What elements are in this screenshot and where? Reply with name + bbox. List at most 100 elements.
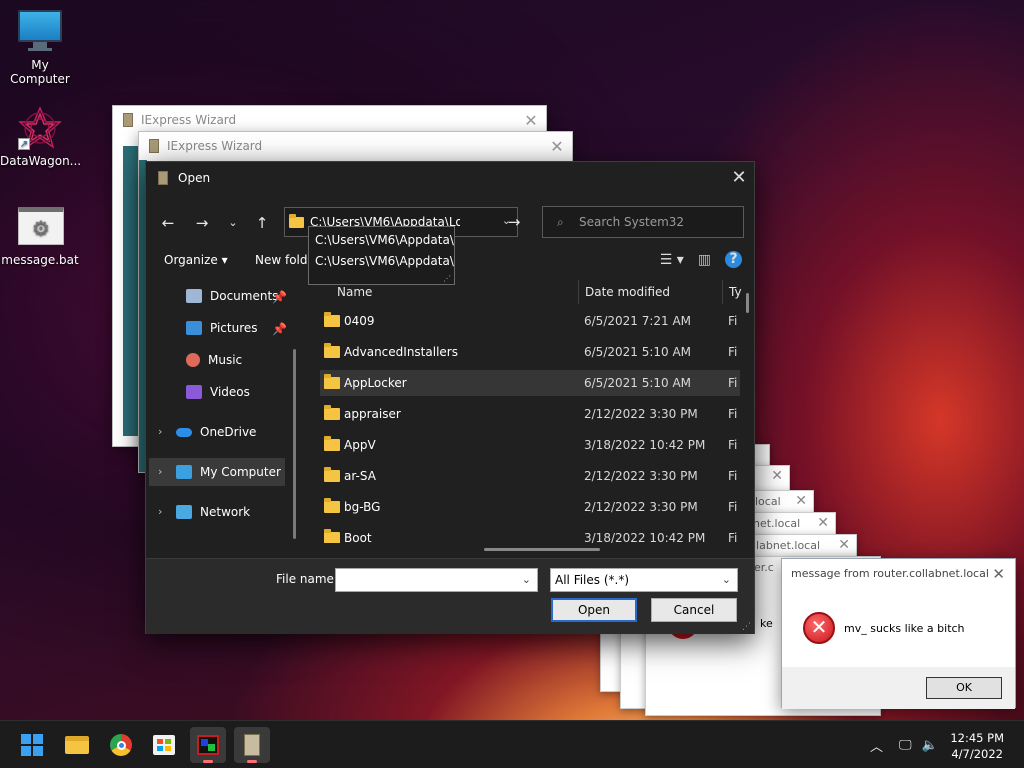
folder-icon — [289, 213, 304, 228]
folder-icon — [324, 405, 340, 420]
sidebar-scrollbar[interactable] — [293, 349, 296, 539]
desktop-icon-label: My Computer — [10, 58, 70, 86]
search-input[interactable] — [579, 215, 739, 229]
desktop-icon-message-bat[interactable]: ⚙ message.bat — [0, 207, 80, 267]
ok-button[interactable]: OK — [926, 677, 1002, 699]
navigation-pane: Documents 📌 Pictures 📌 Music Videos › On… — [146, 282, 298, 557]
dialog-titlebar[interactable]: Open ✕ — [146, 162, 754, 193]
resize-grip-icon[interactable]: ⋰ — [742, 622, 751, 632]
chevron-down-icon[interactable]: ⌄ — [522, 573, 531, 586]
file-list-horizontal-scrollbar[interactable] — [484, 548, 600, 551]
recent-chevron-icon[interactable]: ⌄ — [221, 211, 245, 235]
close-icon[interactable]: ✕ — [771, 468, 783, 484]
close-icon[interactable]: ✕ — [838, 537, 850, 553]
folder-icon — [324, 529, 340, 543]
file-row[interactable]: appraiser 2/12/2022 3:30 PM Fi — [320, 401, 740, 427]
desktop-icon-datawagon[interactable]: ↗ DataWagon... — [0, 106, 82, 168]
chevron-up-icon[interactable]: ︿ — [870, 736, 883, 755]
datawagon-icon: ↗ — [18, 106, 62, 150]
network-icon[interactable]: 🖵 — [899, 738, 912, 753]
iexpress-icon — [149, 139, 159, 153]
cancel-button[interactable]: Cancel — [651, 598, 737, 622]
close-icon[interactable]: ✕ — [817, 515, 829, 531]
organize-button[interactable]: Organize ▾ — [164, 253, 228, 267]
back-arrow-icon[interactable]: ← — [156, 211, 180, 235]
shortcut-arrow-icon: ↗ — [18, 138, 30, 150]
volume-icon[interactable]: 🔈 — [922, 738, 938, 753]
up-arrow-icon[interactable]: ↑ — [250, 211, 274, 235]
new-folder-button[interactable]: New folde — [255, 253, 315, 267]
chevron-right-icon[interactable]: › — [158, 465, 162, 478]
clock[interactable]: 12:45 PM 4/7/2022 — [950, 730, 1004, 762]
documents-icon — [186, 289, 202, 303]
message-box[interactable]: message from router.collabnet.local ✕ ✕ … — [781, 558, 1016, 709]
file-explorer-button[interactable] — [59, 727, 95, 763]
close-icon[interactable]: ✕ — [724, 167, 754, 188]
pin-icon[interactable]: 📌 — [272, 322, 287, 336]
folder-icon — [324, 374, 340, 389]
taskbar-app-2[interactable] — [234, 727, 270, 763]
column-header-date[interactable]: Date modified — [585, 285, 670, 299]
clock-date: 4/7/2022 — [951, 747, 1003, 761]
sidebar-item-music[interactable]: Music — [186, 346, 242, 374]
search-icon: ⌕ — [557, 214, 564, 229]
message-text: mv_ sucks like a bitch — [844, 622, 965, 635]
sidebar-item-onedrive[interactable]: OneDrive — [176, 418, 256, 446]
view-options-icon[interactable]: ☰ ▾ — [660, 252, 684, 268]
chrome-icon — [110, 734, 132, 756]
file-name-input[interactable] — [336, 569, 516, 591]
sidebar-item-documents[interactable]: Documents — [186, 282, 278, 310]
chevron-right-icon[interactable]: › — [158, 425, 162, 438]
file-name-combobox[interactable]: ⌄ — [335, 568, 538, 592]
go-arrow-icon[interactable]: → — [498, 207, 530, 237]
chevron-right-icon[interactable]: › — [158, 505, 162, 518]
file-row[interactable]: 0409 6/5/2021 7:21 AM Fi — [320, 308, 740, 334]
sidebar-item-pictures[interactable]: Pictures — [186, 314, 258, 342]
chrome-button[interactable] — [103, 727, 139, 763]
autocomplete-item[interactable]: C:\Users\VM6\Appdata\Lo — [309, 251, 454, 272]
file-row[interactable]: bg-BG 2/12/2022 3:30 PM Fi — [320, 494, 740, 520]
sidebar-item-videos[interactable]: Videos — [186, 378, 250, 406]
pin-icon[interactable]: 📌 — [272, 290, 287, 304]
file-type-select[interactable]: All Files (*.*) ⌄ — [550, 568, 738, 592]
forward-arrow-icon[interactable]: → — [190, 211, 214, 235]
file-row-selected[interactable]: AppLocker 6/5/2021 5:10 AM Fi — [320, 370, 740, 396]
music-icon — [186, 353, 200, 367]
app-icon — [158, 170, 168, 185]
help-icon[interactable]: ? — [725, 251, 742, 268]
close-icon[interactable]: ✕ — [516, 111, 546, 130]
taskbar-app-1[interactable] — [190, 727, 226, 763]
start-button[interactable] — [14, 727, 50, 763]
dialog-footer: File name: ⌄ All Files (*.*) ⌄ Open Canc… — [146, 558, 754, 634]
store-button[interactable] — [146, 727, 182, 763]
taskbar: ︿ 🖵 🔈 12:45 PM 4/7/2022 — [0, 720, 1024, 768]
close-icon[interactable]: ✕ — [795, 493, 807, 509]
error-icon: ✕ — [803, 612, 835, 644]
open-button[interactable]: Open — [551, 598, 637, 622]
sidebar-item-network[interactable]: Network — [176, 498, 250, 526]
column-header-type[interactable]: Ty — [729, 285, 742, 299]
resize-grip-icon[interactable]: ⋰ — [443, 274, 451, 283]
window-title: IExpress Wizard — [167, 139, 263, 153]
file-row[interactable]: ar-SA 2/12/2022 3:30 PM Fi — [320, 463, 740, 489]
videos-icon — [186, 385, 202, 399]
sidebar-item-my-computer[interactable]: My Computer — [149, 458, 285, 486]
file-row[interactable]: AppV 3/18/2022 10:42 PM Fi — [320, 432, 740, 458]
column-header-name[interactable]: Name — [337, 285, 372, 299]
close-icon[interactable]: ✕ — [542, 137, 572, 156]
file-list-vertical-scrollbar[interactable] — [746, 293, 749, 313]
desktop-icon-label: message.bat — [1, 253, 79, 267]
chevron-down-icon: ⌄ — [721, 573, 731, 586]
file-row[interactable]: AdvancedInstallers 6/5/2021 5:10 AM Fi — [320, 339, 740, 365]
monitor-icon — [18, 10, 62, 54]
desktop-icon-label: DataWagon... — [0, 154, 82, 168]
folder-icon — [324, 436, 340, 451]
close-icon[interactable]: ✕ — [992, 565, 1005, 583]
file-row[interactable]: Boot 3/18/2022 10:42 PM Fi — [320, 525, 740, 543]
desktop-icon-my-computer[interactable]: My Computer — [0, 10, 80, 86]
folder-icon — [324, 312, 340, 327]
window-title: IExpress Wizard — [141, 113, 237, 127]
search-box[interactable]: ⌕ — [542, 206, 744, 238]
autocomplete-item[interactable]: C:\Users\VM6\Appdata\Lo — [309, 230, 454, 251]
preview-pane-icon[interactable]: ▥ — [698, 252, 711, 268]
